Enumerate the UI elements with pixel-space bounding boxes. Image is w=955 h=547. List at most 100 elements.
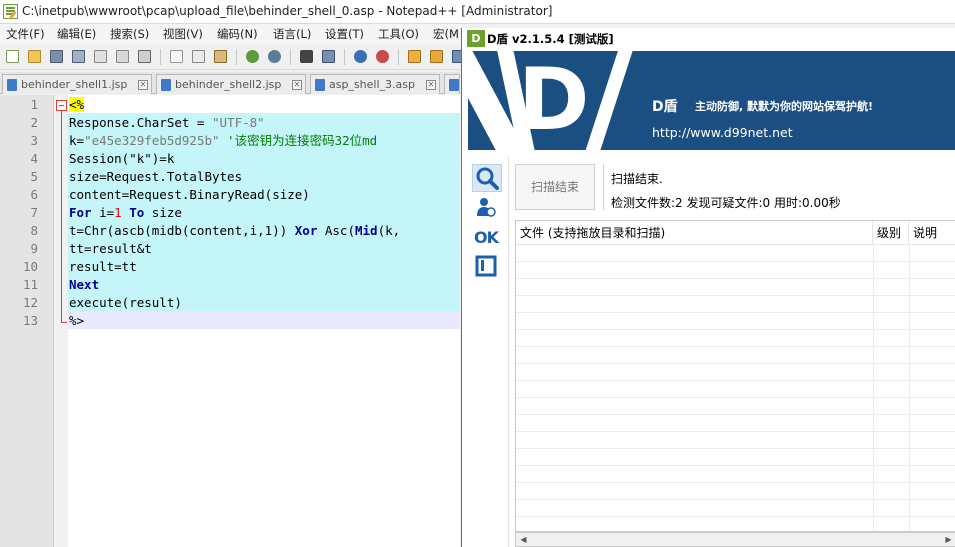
code-line-10: result=tt [69, 258, 137, 276]
table-header: 文件 (支持拖放目录和扫描) 级别 说明 [516, 221, 955, 245]
horizontal-scrollbar[interactable]: ◀ ▶ [515, 532, 955, 547]
table-row[interactable] [516, 466, 955, 483]
code-text: t=Chr(ascb(midb(content,i,1)) [69, 223, 295, 238]
code-text: tt=result&t [69, 241, 152, 256]
close-all-icon[interactable] [114, 48, 131, 65]
menu-tools[interactable]: 工具(O) [378, 26, 419, 42]
table-row[interactable] [516, 330, 955, 347]
table-row[interactable] [516, 347, 955, 364]
undo-icon[interactable] [244, 48, 261, 65]
code-line-5: size=Request.TotalBytes [69, 168, 242, 186]
paste-icon[interactable] [212, 48, 229, 65]
file-tab-icon [7, 79, 17, 91]
file-tab-icon [161, 79, 171, 91]
tab-behinder-shell2[interactable]: behinder_shell2.jsp ✕ [156, 74, 306, 94]
code-keyword: To [129, 205, 145, 220]
zoom-in-icon[interactable] [352, 48, 369, 65]
ok-nav-button[interactable]: OK [472, 224, 502, 252]
menu-encoding[interactable]: 编码(N) [217, 26, 258, 42]
scan-finished-button[interactable]: 扫描结束 [515, 164, 595, 210]
table-row[interactable] [516, 415, 955, 432]
banner-ray [580, 51, 638, 150]
line-number: 6 [30, 187, 38, 202]
menu-edit[interactable]: 编辑(E) [57, 26, 96, 42]
code-text: size [144, 205, 182, 220]
menu-view[interactable]: 视图(V) [163, 26, 203, 42]
tab-label: behinder_shell1.jsp [21, 78, 128, 91]
table-row[interactable] [516, 296, 955, 313]
process-nav-button[interactable] [472, 194, 502, 222]
new-file-icon[interactable] [4, 48, 21, 65]
scan-nav-button[interactable] [472, 164, 502, 192]
table-row[interactable] [516, 262, 955, 279]
table-row[interactable] [516, 500, 955, 517]
code-text: k= [69, 133, 85, 148]
table-row[interactable] [516, 432, 955, 449]
save-icon[interactable] [48, 48, 65, 65]
menu-file[interactable]: 文件(F) [6, 26, 45, 42]
scroll-left-icon[interactable]: ◀ [517, 534, 530, 545]
code-comment: '该密钥为连接密码32位md [219, 133, 378, 148]
fold-toggle-icon[interactable] [56, 100, 67, 111]
table-row[interactable] [516, 245, 955, 262]
menu-macro[interactable]: 宏(M [433, 26, 459, 42]
code-line-9: tt=result&t [69, 240, 152, 258]
find-icon[interactable] [298, 48, 315, 65]
cut-icon[interactable] [168, 48, 185, 65]
code-number: 1 [114, 205, 122, 220]
tab-label: asp_shell_3.asp [329, 78, 415, 91]
code-text: i= [91, 205, 115, 220]
notepad-title-bar: C:\inetpub\wwwroot\pcap\upload_file\behi… [0, 0, 955, 24]
open-file-icon[interactable] [26, 48, 43, 65]
save-all-icon[interactable] [70, 48, 87, 65]
word-wrap-icon[interactable] [428, 48, 445, 65]
column-header-description[interactable]: 说明 [909, 221, 955, 245]
results-table[interactable]: 文件 (支持拖放目录和扫描) 级别 说明 [515, 220, 955, 532]
table-row[interactable] [516, 398, 955, 415]
tab-partial[interactable] [444, 74, 460, 94]
menu-language[interactable]: 语言(L) [273, 26, 311, 42]
table-row[interactable] [516, 313, 955, 330]
redo-icon[interactable] [266, 48, 283, 65]
menu-settings[interactable]: 设置(T) [325, 26, 364, 42]
line-number: 5 [30, 169, 38, 184]
tab-close-icon[interactable]: ✕ [426, 80, 436, 90]
window-nav-button[interactable] [472, 254, 502, 282]
table-row[interactable] [516, 381, 955, 398]
code-text: Session("k")=k [69, 151, 175, 166]
code-string: "e45e329feb5d925b" [84, 133, 220, 148]
code-line-11: Next [69, 276, 99, 294]
line-number: 1 [30, 97, 38, 112]
line-number: 13 [22, 313, 38, 328]
column-header-level[interactable]: 级别 [873, 221, 909, 245]
table-row[interactable] [516, 449, 955, 466]
tab-behinder-shell1[interactable]: behinder_shell1.jsp ✕ [2, 74, 152, 94]
menu-search[interactable]: 搜索(S) [110, 26, 149, 42]
tab-close-icon[interactable]: ✕ [292, 80, 302, 90]
notepad-app-icon [3, 4, 18, 19]
tab-close-icon[interactable]: ✕ [138, 80, 148, 90]
scan-summary: 检测文件数:2 发现可疑文件:0 用时:0.00秒 [611, 196, 841, 210]
code-text: (k, [377, 223, 401, 238]
code-text: Response.CharSet = [69, 115, 212, 130]
table-row[interactable] [516, 279, 955, 296]
line-number: 4 [30, 151, 38, 166]
code-line-1: <% [69, 96, 85, 114]
table-row[interactable] [516, 364, 955, 381]
code-line-12: execute(result) [69, 294, 182, 312]
replace-icon[interactable] [320, 48, 337, 65]
file-tab-icon [449, 79, 459, 91]
close-file-icon[interactable] [92, 48, 109, 65]
code-text: result=tt [69, 259, 137, 274]
tab-asp-shell3[interactable]: asp_shell_3.asp ✕ [310, 74, 440, 94]
status-divider [603, 164, 604, 210]
copy-icon[interactable] [190, 48, 207, 65]
zoom-out-icon[interactable] [374, 48, 391, 65]
code-editor[interactable]: 1 2 3 4 5 6 7 8 9 10 11 12 13 <% Respons… [0, 95, 460, 547]
sync-scroll-icon[interactable] [406, 48, 423, 65]
table-row[interactable] [516, 483, 955, 500]
print-icon[interactable] [136, 48, 153, 65]
scroll-right-icon[interactable]: ▶ [942, 534, 955, 545]
column-header-file[interactable]: 文件 (支持拖放目录和扫描) [516, 221, 873, 245]
banner-url[interactable]: http://www.d99net.net [652, 125, 793, 140]
